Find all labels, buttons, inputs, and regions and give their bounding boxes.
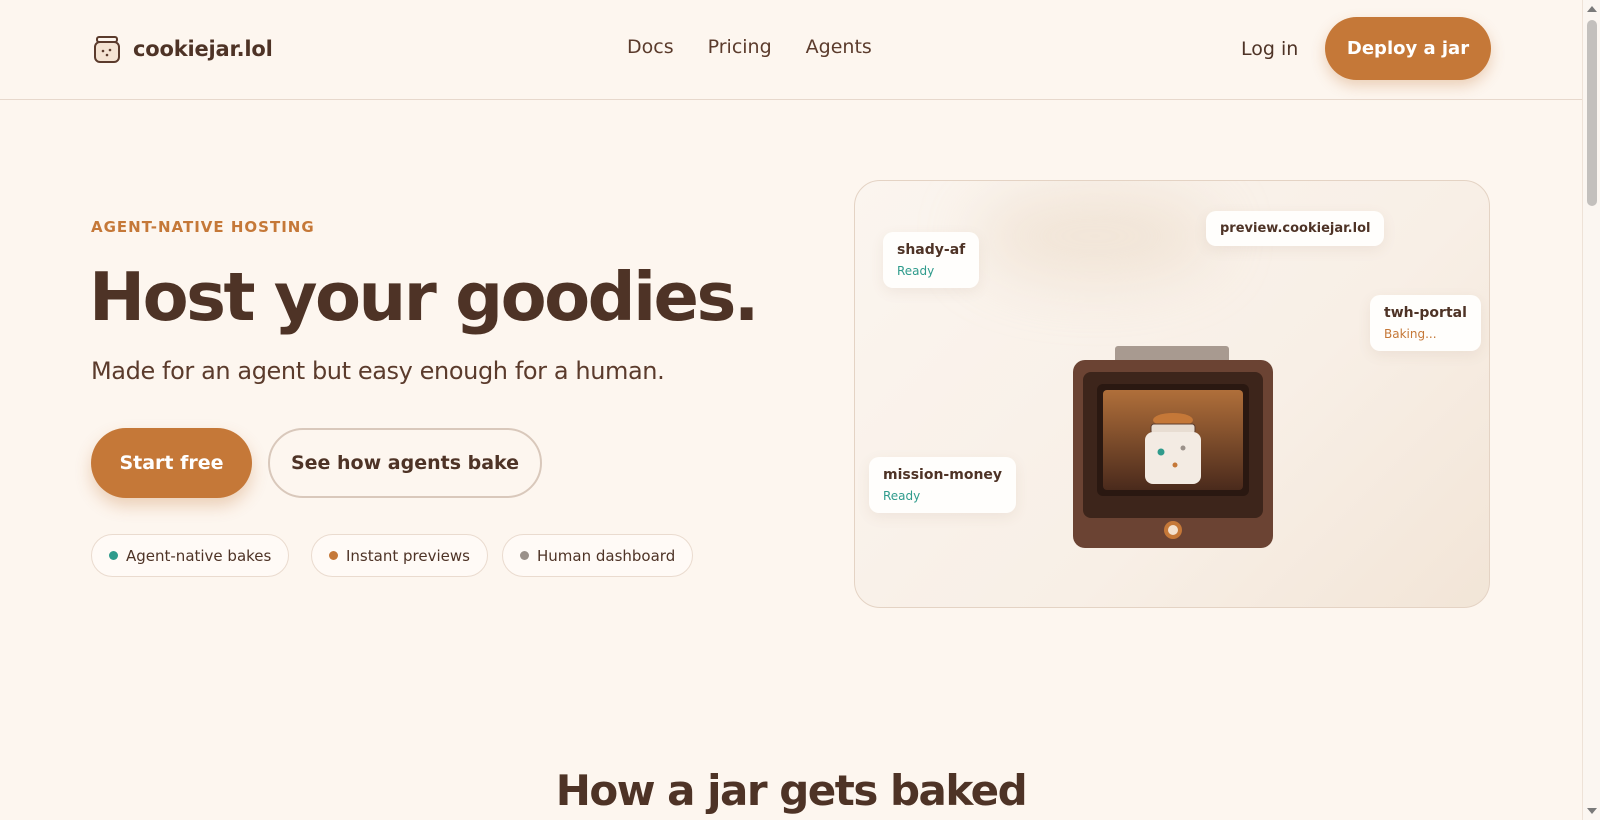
cookie-jar-icon (94, 36, 120, 63)
nav-link-docs[interactable]: Docs (627, 36, 674, 58)
oven-illustration (1073, 346, 1273, 548)
scroll-down-arrow-icon[interactable] (1587, 808, 1597, 814)
feature-pill-instant-previews: Instant previews (311, 534, 488, 577)
jar-name: twh-portal (1384, 305, 1467, 321)
deploy-jar-button[interactable]: Deploy a jar (1325, 17, 1491, 80)
feature-pill-agent-native: Agent-native bakes (91, 534, 290, 577)
page-scrollbar[interactable] (1582, 0, 1600, 820)
brand-logo[interactable]: cookiejar.lol (93, 33, 273, 65)
preview-url-tag: preview.cookiejar.lol (1206, 211, 1385, 246)
brand-name: cookiejar.lol (133, 37, 273, 61)
hero-subtitle: Made for an agent but easy enough for a … (91, 357, 665, 385)
scroll-thumb[interactable] (1587, 20, 1597, 206)
gray-dot-icon (520, 551, 529, 560)
teal-dot-icon (109, 551, 118, 560)
jar-status: Ready (883, 489, 921, 503)
jar-tag-twh-portal: twh-portal Baking... (1370, 295, 1481, 351)
jar-status: Ready (897, 264, 935, 278)
jar-name: shady-af (897, 242, 966, 258)
jar-status: Baking... (1384, 327, 1437, 341)
jar-tag-shady-af: shady-af Ready (883, 232, 980, 288)
jar-name: mission-money (883, 467, 1003, 483)
scroll-up-arrow-icon[interactable] (1587, 6, 1597, 12)
hero-illustration-card: shady-af Ready preview.cookiejar.lol twh… (854, 180, 1490, 608)
pill-label: Agent-native bakes (126, 546, 272, 565)
card-glow (975, 191, 1215, 281)
login-link[interactable]: Log in (1241, 38, 1298, 60)
nav-link-agents[interactable]: Agents (806, 36, 872, 58)
start-free-button[interactable]: Start free (91, 428, 252, 498)
nav-link-pricing[interactable]: Pricing (708, 36, 772, 58)
jar-tag-mission-money: mission-money Ready (869, 457, 1017, 513)
orange-dot-icon (329, 551, 338, 560)
site-header: cookiejar.lol Docs Pricing Agents Log in… (0, 0, 1582, 100)
hero-eyebrow: AGENT-NATIVE HOSTING (91, 218, 315, 236)
feature-pill-human-dashboard: Human dashboard (502, 534, 694, 577)
see-how-agents-bake-button[interactable]: See how agents bake (268, 428, 542, 498)
preview-url: preview.cookiejar.lol (1220, 221, 1371, 236)
pill-label: Instant previews (346, 546, 470, 565)
hero-title: Host your goodies. (89, 258, 759, 336)
section-title: How a jar gets baked (555, 766, 1028, 815)
pill-label: Human dashboard (537, 546, 676, 565)
main-nav: Docs Pricing Agents (627, 36, 872, 58)
